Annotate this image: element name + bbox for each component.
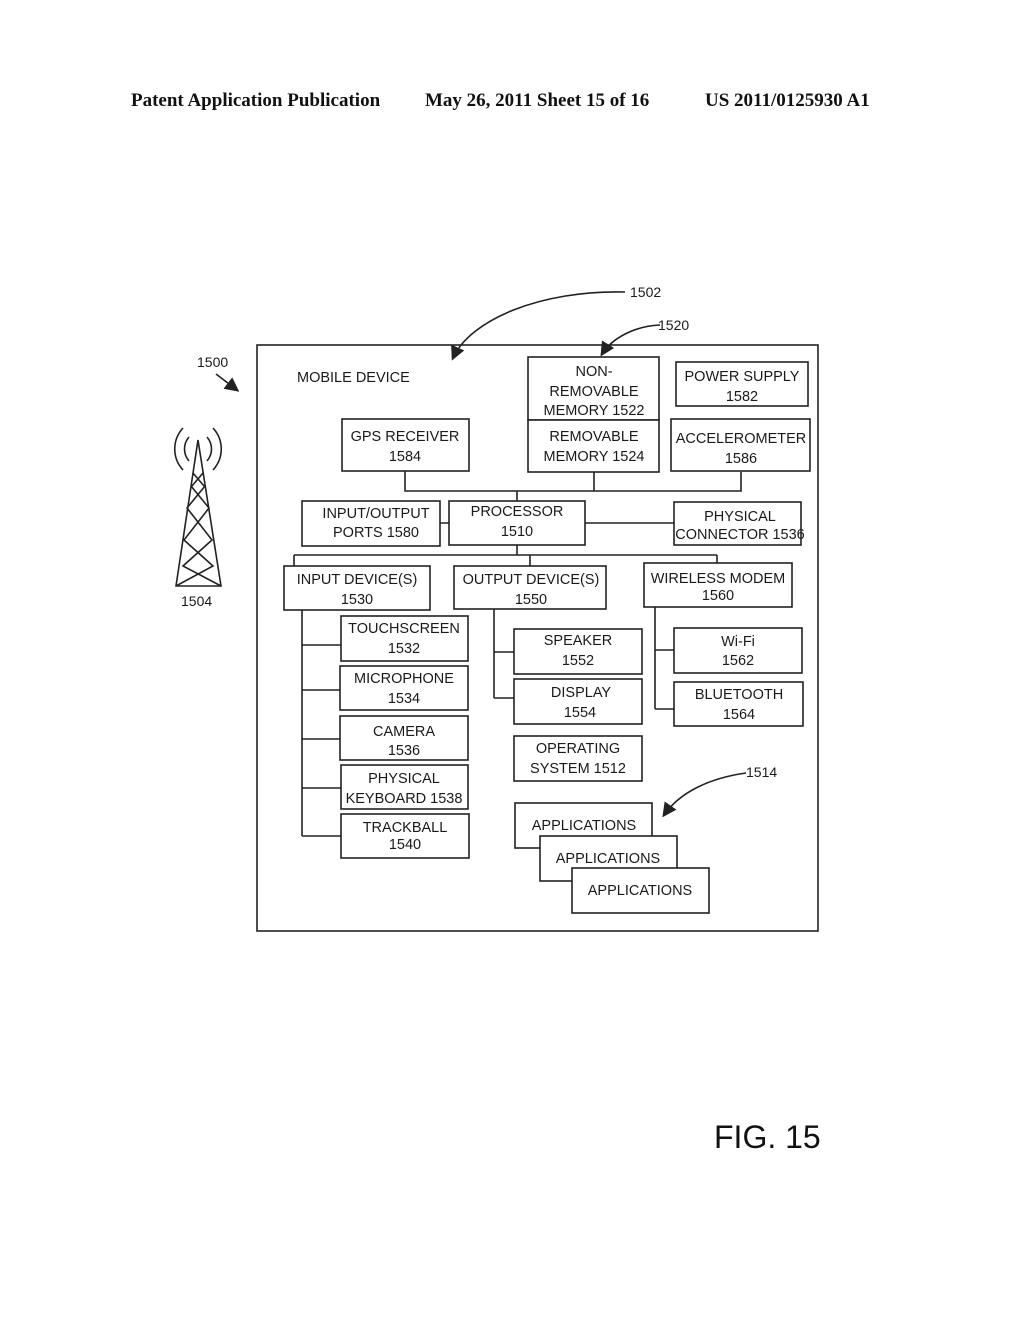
svg-text:1582: 1582 [726,389,758,405]
display-box: DISPLAY 1554 [513,678,643,725]
power-supply-box: POWER SUPPLY 1582 [675,361,809,407]
svg-text:1536: 1536 [388,743,420,759]
svg-text:1514: 1514 [746,764,777,780]
svg-text:1502: 1502 [630,284,661,300]
trackball-box: TRACKBALL 1540 [340,813,470,859]
svg-text:1584: 1584 [389,449,421,465]
svg-text:REMOVABLE: REMOVABLE [549,429,639,445]
svg-text:1554: 1554 [564,705,596,721]
mobile-device-title: MOBILE DEVICE [297,370,410,386]
svg-text:PORTS 1580: PORTS 1580 [333,525,419,541]
svg-text:PROCESSOR: PROCESSOR [471,504,564,520]
io-ports-box: INPUT/OUTPUT PORTS 1580 [301,500,441,547]
svg-text:TRACKBALL: TRACKBALL [363,820,448,836]
gps-receiver-box: GPS RECEIVER 1584 [341,418,470,472]
svg-text:1534: 1534 [388,691,420,707]
svg-text:1564: 1564 [723,707,755,723]
svg-text:INPUT DEVICE(S): INPUT DEVICE(S) [297,572,418,588]
diagram: MOBILE DEVICE 1502 1520 1500 1514 1504 N… [173,284,821,1155]
cell-tower-icon [173,427,223,587]
svg-text:BLUETOOTH: BLUETOOTH [695,687,783,703]
svg-text:MEMORY 1522: MEMORY 1522 [543,403,644,419]
svg-text:1540: 1540 [389,837,421,853]
non-removable-memory-box: NON- REMOVABLE MEMORY 1522 [527,356,660,421]
svg-text:ACCELEROMETER: ACCELEROMETER [676,431,807,447]
microphone-box: MICROPHONE 1534 [339,665,469,711]
figure-label: FIG. 15 [714,1119,821,1155]
output-devices-box: OUTPUT DEVICE(S) 1550 [453,565,607,610]
svg-text:1520: 1520 [658,317,689,333]
svg-text:CAMERA: CAMERA [373,724,435,740]
physical-keyboard-box: PHYSICAL KEYBOARD 1538 [340,764,469,810]
processor-box: PROCESSOR 1510 [448,500,586,546]
svg-text:NON-: NON- [575,364,612,380]
accelerometer-box: ACCELEROMETER 1586 [670,418,811,472]
svg-text:1500: 1500 [197,354,228,370]
svg-text:REMOVABLE: REMOVABLE [549,384,639,400]
svg-text:PHYSICAL: PHYSICAL [368,771,440,787]
svg-text:WIRELESS MODEM: WIRELESS MODEM [651,571,786,587]
physical-connector-box: PHYSICAL CONNECTOR 1536 [673,501,805,546]
ref-1502-arrow: 1502 [451,284,661,361]
svg-text:1560: 1560 [702,588,734,604]
input-devices-box: INPUT DEVICE(S) 1530 [283,565,431,611]
svg-text:TOUCHSCREEN: TOUCHSCREEN [348,621,460,637]
svg-text:APPLICATIONS: APPLICATIONS [532,818,636,834]
wifi-box: Wi-Fi 1562 [673,627,803,674]
svg-text:GPS RECEIVER: GPS RECEIVER [351,429,460,445]
speaker-box: SPEAKER 1552 [513,628,643,675]
svg-text:MEMORY 1524: MEMORY 1524 [543,449,644,465]
svg-text:1552: 1552 [562,653,594,669]
svg-text:1530: 1530 [341,592,373,608]
removable-memory-box: REMOVABLE MEMORY 1524 [527,419,660,473]
applications-box-3: APPLICATIONS [571,867,710,914]
ref-1504-label: 1504 [181,593,212,609]
svg-text:KEYBOARD 1538: KEYBOARD 1538 [346,791,463,807]
ref-1514-arrow: 1514 [662,764,777,818]
touchscreen-box: TOUCHSCREEN 1532 [340,615,469,662]
svg-text:APPLICATIONS: APPLICATIONS [588,883,692,899]
svg-text:1586: 1586 [725,451,757,467]
svg-text:1550: 1550 [515,592,547,608]
operating-system-box: OPERATING SYSTEM 1512 [513,735,643,782]
svg-text:1510: 1510 [501,524,533,540]
svg-text:MICROPHONE: MICROPHONE [354,671,454,687]
svg-text:SPEAKER: SPEAKER [544,633,613,649]
svg-text:OUTPUT DEVICE(S): OUTPUT DEVICE(S) [463,572,600,588]
svg-text:DISPLAY: DISPLAY [551,685,612,701]
ref-1500-arrow: 1500 [197,354,240,392]
bluetooth-box: BLUETOOTH 1564 [673,681,804,727]
ref-1520-arrow: 1520 [600,317,689,357]
svg-text:1532: 1532 [388,641,420,657]
svg-text:APPLICATIONS: APPLICATIONS [556,851,660,867]
svg-text:Wi-Fi: Wi-Fi [721,634,755,650]
svg-text:1562: 1562 [722,653,754,669]
wireless-modem-box: WIRELESS MODEM 1560 [643,562,793,608]
svg-text:PHYSICAL: PHYSICAL [704,509,776,525]
svg-text:SYSTEM 1512: SYSTEM 1512 [530,761,626,777]
svg-text:CONNECTOR 1536: CONNECTOR 1536 [675,527,804,543]
svg-text:POWER SUPPLY: POWER SUPPLY [685,369,800,385]
camera-box: CAMERA 1536 [339,715,469,761]
svg-text:OPERATING: OPERATING [536,741,620,757]
svg-text:INPUT/OUTPUT: INPUT/OUTPUT [322,506,429,522]
